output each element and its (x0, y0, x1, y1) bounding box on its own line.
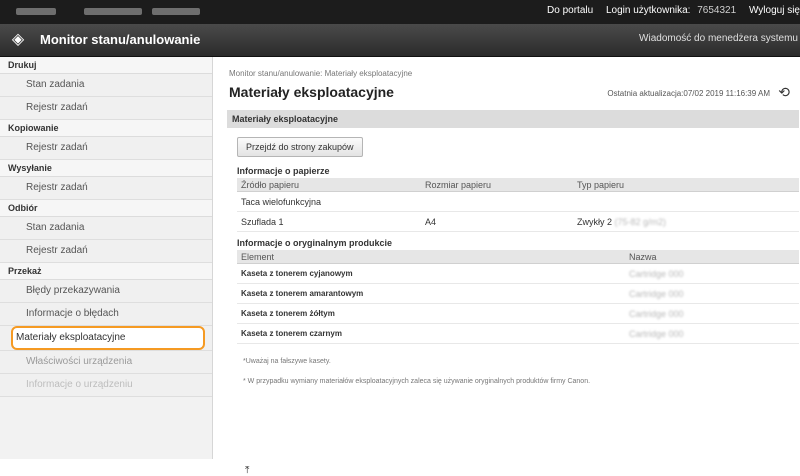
sidebar-item-consumables[interactable]: Materiały eksploatacyjne (0, 326, 212, 351)
last-updated: Ostatnia aktualizacja:07/02 2019 11:16:3… (607, 89, 770, 98)
table-cell (421, 191, 573, 212)
table-row: Kaseta z tonerem żółtym Cartridge 000 (237, 303, 799, 324)
table-cell: Szuflada 1 (237, 211, 421, 232)
blurred-link (84, 8, 142, 15)
page-title: Materiały eksploatacyjne (229, 84, 394, 100)
top-links: Do portalu Login użytkownika: 7654321 Wy… (537, 5, 800, 16)
sidebar-item-device-properties[interactable]: Właściwości urządzenia (0, 351, 212, 374)
monitor-logo-icon: ◈ (11, 31, 25, 48)
paper-table: Źródło papieru Rozmiar papieru Typ papie… (237, 178, 799, 232)
table-row: Kaseta z tonerem cyjanowym Cartridge 000 (237, 263, 799, 284)
top-bar: Do portalu Login użytkownika: 7654321 Wy… (0, 0, 800, 24)
table-cell: Zwykły 2 (75-82 g/m2) (573, 211, 799, 232)
consumables-panel: Materiały eksploatacyjne Przejdź do stro… (227, 110, 799, 476)
sidebar-item-forward-errors[interactable]: Błędy przekazywania (0, 280, 212, 303)
sidebar-item-print-log[interactable]: Rejestr zadań (0, 97, 212, 120)
scroll-top-icon[interactable]: ⤒ (245, 465, 249, 476)
table-cell: Kaseta z tonerem żółtym (237, 303, 625, 324)
sidebar-section-receive: Odbiór (0, 200, 212, 217)
table-cell: Cartridge 000 (625, 263, 799, 284)
genuine-note: * W przypadku wymiany materiałów eksploa… (243, 378, 591, 385)
shop-button[interactable]: Przejdź do strony zakupów (237, 137, 363, 157)
table-cell: Kaseta z tonerem amarantowym (237, 283, 625, 304)
table-cell (573, 191, 799, 212)
sidebar-item-error-info[interactable]: Informacje o błędach (0, 303, 212, 326)
app-header: ◈ Monitor stanu/anulowanie Wiadomość do … (0, 24, 800, 57)
product-info-heading: Informacje o oryginalnym produkcie (237, 238, 393, 248)
table-row: Szuflada 1 A4 Zwykły 2 (75-82 g/m2) (237, 211, 799, 232)
main-content: Monitor stanu/anulowanie: Materiały eksp… (213, 57, 800, 476)
table-cell: Kaseta z tonerem czarnym (237, 323, 625, 344)
user-id: 7654321 (697, 5, 737, 16)
table-cell: Cartridge 000 (625, 323, 799, 344)
login-label: Login użytkownika: (605, 5, 691, 16)
table-row: Kaseta z tonerem czarnym Cartridge 000 (237, 323, 799, 344)
sidebar-item-receive-log[interactable]: Rejestr zadań (0, 240, 212, 263)
sidebar-section-print: Drukuj (0, 57, 212, 74)
table-cell: Taca wielofunkcyjna (237, 191, 421, 212)
sidebar-item-receive-status[interactable]: Stan zadania (0, 217, 212, 240)
blurred-link (16, 8, 56, 15)
paper-weight-blurred: (75-82 g/m2) (614, 216, 667, 227)
sidebar-item-device-info[interactable]: Informacje o urządzeniu (0, 374, 212, 397)
logout-link[interactable]: Wyloguj się (749, 5, 800, 16)
blurred-link (152, 8, 200, 15)
sidebar-item-print-status[interactable]: Stan zadania (0, 74, 212, 97)
table-cell: Cartridge 000 (625, 283, 799, 304)
breadcrumb: Monitor stanu/anulowanie: Materiały eksp… (229, 69, 413, 78)
admin-message-link[interactable]: Wiadomość do menedżera systemu (639, 33, 798, 44)
table-cell: Kaseta z tonerem cyjanowym (237, 263, 625, 284)
sidebar-item-label: Materiały eksploatacyjne (16, 332, 126, 343)
sidebar-item-copy-log[interactable]: Rejestr zadań (0, 137, 212, 160)
table-cell: A4 (421, 211, 573, 232)
product-table: Element Nazwa Kaseta z tonerem cyjanowym… (237, 250, 799, 344)
paper-type: Zwykły 2 (577, 216, 613, 227)
sidebar-section-copy: Kopiowanie (0, 120, 212, 137)
column-header: Źródło papieru (237, 178, 421, 192)
table-row: Taca wielofunkcyjna (237, 191, 799, 212)
refresh-icon[interactable]: ⟲ (778, 84, 790, 101)
sidebar-section-send: Wysyłanie (0, 160, 212, 177)
sidebar-section-forward: Przekaż (0, 263, 212, 280)
panel-title: Materiały eksploatacyjne (227, 110, 799, 128)
column-header: Rozmiar papieru (421, 178, 573, 192)
column-header: Typ papieru (573, 178, 799, 192)
sidebar: Drukuj Stan zadania Rejestr zadań Kopiow… (0, 57, 213, 459)
table-row: Kaseta z tonerem amarantowym Cartridge 0… (237, 283, 799, 304)
portal-link[interactable]: Do portalu (547, 5, 593, 16)
paper-info-heading: Informacje o papierze (237, 166, 330, 176)
counterfeit-note: *Uważaj na fałszywe kasety. (243, 358, 331, 365)
column-header: Nazwa (625, 250, 799, 264)
app-title: Monitor stanu/anulowanie (40, 32, 201, 47)
sidebar-item-send-log[interactable]: Rejestr zadań (0, 177, 212, 200)
column-header: Element (237, 250, 625, 264)
table-cell: Cartridge 000 (625, 303, 799, 324)
